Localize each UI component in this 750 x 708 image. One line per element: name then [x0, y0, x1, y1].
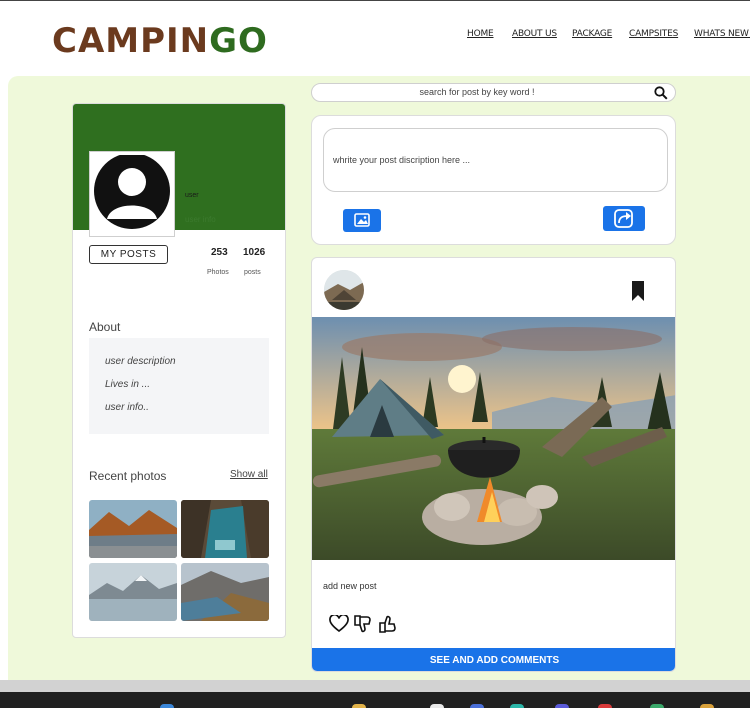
image-icon — [354, 213, 370, 227]
snowy-mountain-lake-photo — [89, 563, 177, 621]
share-icon — [614, 209, 633, 228]
thumbs-up-icon[interactable] — [378, 615, 398, 633]
search-icon[interactable] — [654, 86, 668, 100]
add-image-button[interactable] — [343, 209, 381, 232]
recent-photos-title: Recent photos — [89, 469, 167, 483]
posts-label: posts — [244, 269, 261, 276]
post-description-input[interactable]: whrite your post discription here ... — [323, 128, 668, 192]
profile-card: user user info MY POSTS 253 1026 Photos … — [72, 103, 286, 638]
photos-label: Photos — [207, 269, 229, 276]
user-name: user — [185, 192, 199, 199]
user-avatar-icon — [94, 155, 170, 229]
mountain-valley-photo — [181, 563, 269, 621]
taskbar — [0, 692, 750, 708]
nav-home[interactable]: HOME — [467, 29, 494, 39]
main-nav: HOME ABOUT US PACKAGE CAMPSITES WHATS NE… — [0, 29, 750, 43]
share-post-button[interactable] — [603, 206, 645, 231]
user-info: user info — [185, 215, 216, 224]
taskbar-app-icon[interactable] — [700, 704, 714, 708]
taskbar-app-icon[interactable] — [352, 704, 366, 708]
nav-about-us[interactable]: ABOUT US — [512, 29, 557, 39]
taskbar-app-icon[interactable] — [470, 704, 484, 708]
posts-count: 1026 — [243, 247, 266, 258]
recent-photo-2[interactable] — [181, 500, 269, 558]
about-lives-in: Lives in ... — [105, 379, 151, 390]
taskbar-app-icon[interactable] — [430, 704, 444, 708]
post-author-photo — [324, 270, 364, 310]
scrollbar-track[interactable] — [0, 680, 750, 692]
recent-photo-4[interactable] — [181, 563, 269, 621]
search-input[interactable]: search for post by key word ! — [312, 87, 642, 97]
taskbar-app-icon[interactable] — [510, 704, 524, 708]
bookmark-icon[interactable] — [631, 281, 645, 301]
taskbar-app-icon[interactable] — [160, 704, 174, 708]
about-box: user description Lives in ... user info.… — [89, 338, 269, 434]
about-title: About — [89, 320, 121, 334]
post-caption: add new post — [323, 581, 377, 591]
nav-package[interactable]: PACKAGE — [572, 29, 612, 39]
photos-count: 253 — [211, 247, 228, 258]
taskbar-app-icon[interactable] — [598, 704, 612, 708]
recent-photo-1[interactable] — [89, 500, 177, 558]
nav-whats-new[interactable]: WHATS NEW ? — [694, 29, 750, 39]
taskbar-app-icon[interactable] — [555, 704, 569, 708]
see-and-add-comments-button[interactable]: SEE AND ADD COMMENTS — [312, 648, 675, 671]
taskbar-app-icon[interactable] — [650, 704, 664, 708]
post-description-placeholder: whrite your post discription here ... — [333, 155, 471, 165]
search-bar[interactable]: search for post by key word ! — [311, 83, 676, 102]
canyon-river-photo — [181, 500, 269, 558]
post-card: add new post SEE AND ADD COMMENTS — [311, 257, 676, 672]
header: CAMPINGO HOME ABOUT US PACKAGE CAMPSITES… — [0, 0, 750, 76]
page: CAMPINGO HOME ABOUT US PACKAGE CAMPSITES… — [0, 0, 750, 708]
about-user-info: user info.. — [105, 402, 149, 413]
thumbs-down-icon[interactable] — [353, 615, 373, 633]
post-author-avatar[interactable] — [324, 270, 364, 310]
compose-card: whrite your post discription here ... — [311, 115, 676, 245]
profile-avatar[interactable] — [89, 151, 175, 237]
recent-photo-3[interactable] — [89, 563, 177, 621]
nav-campsites[interactable]: CAMPSITES — [629, 29, 678, 39]
heart-icon[interactable] — [329, 615, 349, 633]
about-description: user description — [105, 356, 176, 367]
my-posts-button[interactable]: MY POSTS — [89, 245, 168, 264]
autumn-lake-photo — [89, 500, 177, 558]
show-all-link[interactable]: Show all — [230, 469, 268, 480]
campfire-tent-photo — [312, 317, 675, 560]
